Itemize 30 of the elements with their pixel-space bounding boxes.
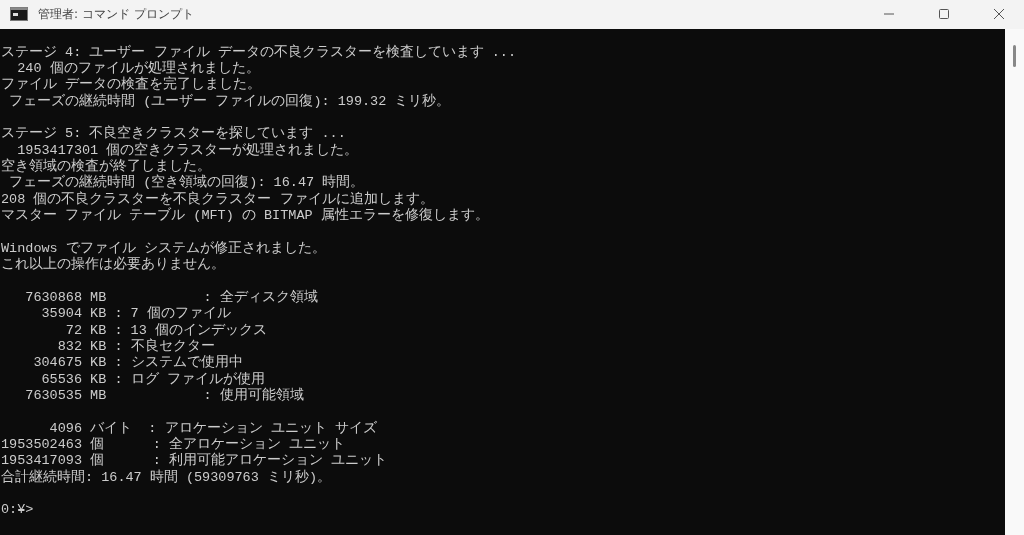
scrollbar[interactable] (1005, 28, 1024, 535)
console-line: 7630868 MB : 全ディスク領域 (24, 289, 318, 306)
console-line: 4096 バイト : アロケーション ユニット サイズ (48, 420, 377, 437)
console-line: 1953417093 個 : 利用可能アロケーション ユニット (1, 453, 388, 469)
console-line: 832 KB : 不良セクター (56, 338, 215, 355)
console-line: 304675 KB : システムで使用中 (32, 355, 243, 372)
window-title: 管理者: コマンド プロンプト (38, 5, 194, 23)
console-line: マスター ファイル テーブル (MFT) の BITMAP 属性エラーを修復します。 (1, 208, 489, 225)
console-line: 208 個の不良クラスターを不良クラスター ファイルに追加します。 (1, 191, 434, 207)
console-line: フェーズの継続時間 (ユーザー ファイルの回復): 199.32 ミリ秒。 (8, 93, 451, 111)
maximize-icon[interactable] (938, 8, 950, 21)
console-line: 35904 KB : 7 個のファイル (40, 306, 231, 323)
console-line: 0:¥> (1, 502, 34, 519)
console-line: 72 KB : 13 個のインデックス (64, 322, 267, 338)
console-line: ファイル データの検査を完了しました。 (1, 77, 262, 93)
terminal-icon (10, 7, 28, 22)
console-line: ステージ 4: ユーザー ファイル データの不良クラスターを検査しています ... (1, 44, 516, 60)
console-line: 7630535 MB : 使用可能領域 (24, 387, 304, 405)
console-line: 合計継続時間: 16.47 時間 (59309763 ミリ秒)。 (1, 469, 332, 486)
console-line: 65536 KB : ログ ファイルが使用 (40, 371, 265, 387)
console-line: 1953502463 個 : 全アロケーション ユニット (1, 436, 346, 452)
console-line: これ以上の操作は必要ありません。 (1, 257, 225, 274)
scrollbar-thumb[interactable] (1013, 44, 1016, 67)
console-line: 1953417301 個の空きクラスターが処理されました。 (16, 142, 359, 158)
console-line: フェーズの継続時間 (空き領域の回復): 16.47 時間。 (8, 175, 365, 191)
close-icon[interactable] (993, 8, 1005, 21)
console-line: Windows でファイル システムが修正されました。 (1, 240, 326, 256)
console-line: ステージ 5: 不良空きクラスターを探しています ... (1, 126, 346, 142)
console-line: 空き領域の検査が終了しました。 (1, 159, 211, 175)
console-line: 240 個のファイルが処理されました。 (16, 61, 260, 77)
